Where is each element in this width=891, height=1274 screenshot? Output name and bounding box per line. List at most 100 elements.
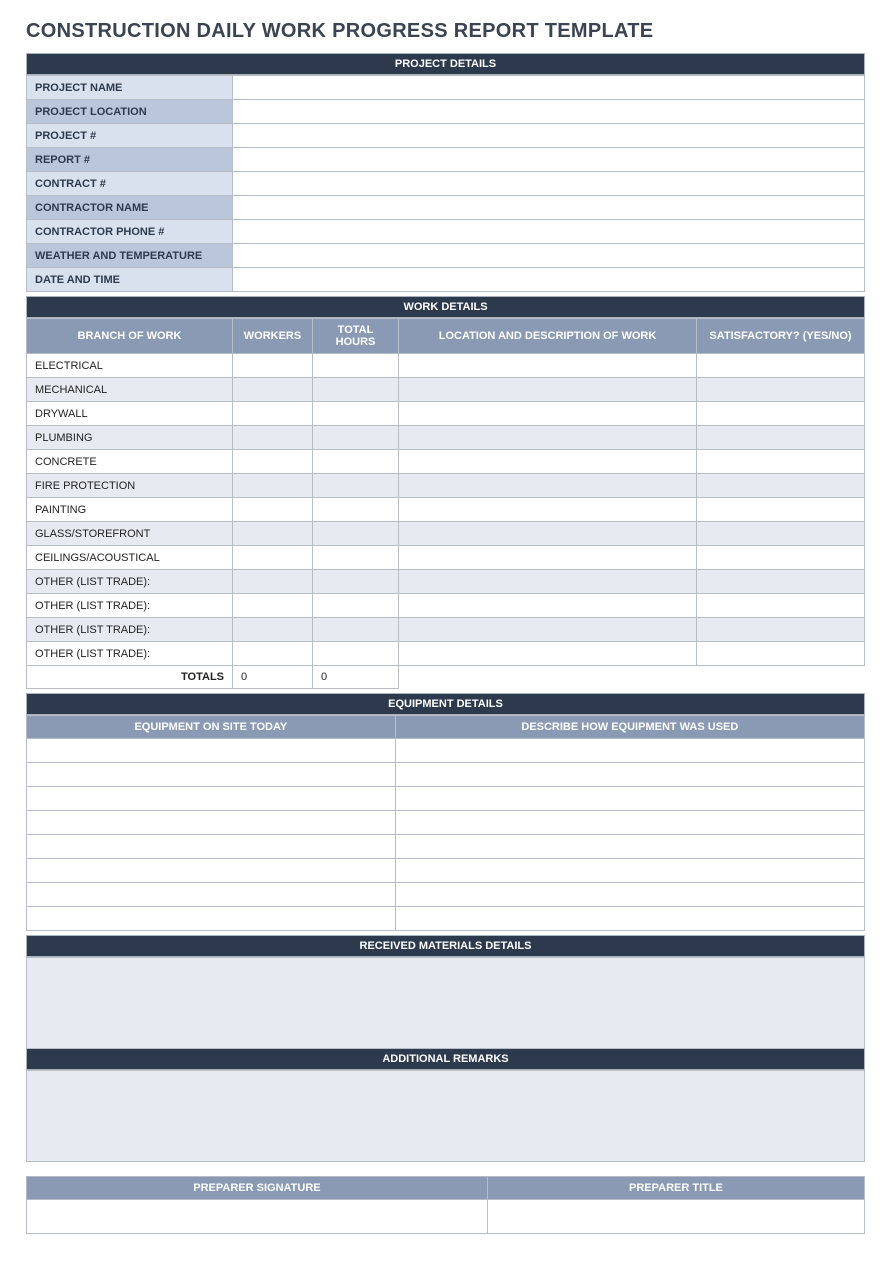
work-workers-field[interactable] [233, 474, 313, 498]
work-location-field[interactable] [399, 354, 697, 378]
work-workers-field[interactable] [233, 378, 313, 402]
work-satisfactory-field[interactable] [697, 426, 865, 450]
work-location-field[interactable] [399, 618, 697, 642]
work-workers-field[interactable] [233, 594, 313, 618]
work-satisfactory-field[interactable] [697, 378, 865, 402]
work-workers-field[interactable] [233, 426, 313, 450]
materials-input[interactable] [26, 957, 865, 1049]
work-hours-field[interactable] [313, 474, 399, 498]
work-row: CEILINGS/ACOUSTICAL [27, 546, 865, 570]
work-location-field[interactable] [399, 402, 697, 426]
work-workers-field[interactable] [233, 546, 313, 570]
project-value-field[interactable] [233, 100, 865, 124]
equipment-used-field[interactable] [395, 763, 864, 787]
equipment-used-field[interactable] [395, 859, 864, 883]
work-location-field[interactable] [399, 474, 697, 498]
totals-workers[interactable]: 0 [233, 666, 313, 689]
work-workers-field[interactable] [233, 402, 313, 426]
work-hours-field[interactable] [313, 354, 399, 378]
work-satisfactory-field[interactable] [697, 618, 865, 642]
project-value-field[interactable] [233, 148, 865, 172]
work-satisfactory-field[interactable] [697, 570, 865, 594]
work-satisfactory-field[interactable] [697, 450, 865, 474]
work-hours-field[interactable] [313, 594, 399, 618]
work-hours-field[interactable] [313, 450, 399, 474]
work-location-field[interactable] [399, 522, 697, 546]
work-satisfactory-field[interactable] [697, 546, 865, 570]
work-location-field[interactable] [399, 426, 697, 450]
work-satisfactory-field[interactable] [697, 522, 865, 546]
equipment-onsite-field[interactable] [27, 907, 396, 931]
work-branch: PLUMBING [27, 426, 233, 450]
work-hours-field[interactable] [313, 618, 399, 642]
project-details-table: PROJECT NAMEPROJECT LOCATIONPROJECT #REP… [26, 75, 865, 292]
project-label: CONTRACT # [27, 172, 233, 196]
work-hours-field[interactable] [313, 570, 399, 594]
project-value-field[interactable] [233, 268, 865, 292]
project-value-field[interactable] [233, 244, 865, 268]
project-label: DATE AND TIME [27, 268, 233, 292]
equipment-onsite-field[interactable] [27, 739, 396, 763]
equipment-onsite-field[interactable] [27, 787, 396, 811]
work-location-field[interactable] [399, 594, 697, 618]
work-workers-field[interactable] [233, 354, 313, 378]
work-totals-row: TOTALS 0 0 [27, 666, 865, 689]
project-value-field[interactable] [233, 76, 865, 100]
project-value-field[interactable] [233, 124, 865, 148]
project-value-field[interactable] [233, 172, 865, 196]
work-workers-field[interactable] [233, 642, 313, 666]
work-location-field[interactable] [399, 570, 697, 594]
work-location-field[interactable] [399, 498, 697, 522]
work-row: DRYWALL [27, 402, 865, 426]
work-hours-field[interactable] [313, 402, 399, 426]
work-hours-field[interactable] [313, 378, 399, 402]
work-row: GLASS/STOREFRONT [27, 522, 865, 546]
work-workers-field[interactable] [233, 618, 313, 642]
work-workers-field[interactable] [233, 522, 313, 546]
totals-blank [697, 666, 865, 689]
equipment-onsite-field[interactable] [27, 835, 396, 859]
preparer-signature-field[interactable] [27, 1200, 488, 1234]
work-satisfactory-field[interactable] [697, 474, 865, 498]
work-branch: OTHER (LIST TRADE): [27, 594, 233, 618]
work-hours-field[interactable] [313, 522, 399, 546]
work-row: PAINTING [27, 498, 865, 522]
work-hours-field[interactable] [313, 498, 399, 522]
equipment-onsite-field[interactable] [27, 883, 396, 907]
col-hours: TOTAL HOURS [313, 319, 399, 354]
work-satisfactory-field[interactable] [697, 498, 865, 522]
work-branch: FIRE PROTECTION [27, 474, 233, 498]
equipment-used-field[interactable] [395, 787, 864, 811]
equipment-used-field[interactable] [395, 811, 864, 835]
work-satisfactory-field[interactable] [697, 402, 865, 426]
work-location-field[interactable] [399, 546, 697, 570]
work-hours-field[interactable] [313, 426, 399, 450]
work-satisfactory-field[interactable] [697, 354, 865, 378]
work-satisfactory-field[interactable] [697, 642, 865, 666]
work-location-field[interactable] [399, 378, 697, 402]
work-row: OTHER (LIST TRADE): [27, 570, 865, 594]
work-satisfactory-field[interactable] [697, 594, 865, 618]
equipment-onsite-field[interactable] [27, 859, 396, 883]
project-value-field[interactable] [233, 220, 865, 244]
work-row: OTHER (LIST TRADE): [27, 642, 865, 666]
remarks-input[interactable] [26, 1070, 865, 1162]
work-workers-field[interactable] [233, 570, 313, 594]
equipment-onsite-field[interactable] [27, 763, 396, 787]
equipment-used-field[interactable] [395, 739, 864, 763]
equipment-used-field[interactable] [395, 835, 864, 859]
preparer-title-field[interactable] [487, 1200, 864, 1234]
work-location-field[interactable] [399, 642, 697, 666]
equipment-used-field[interactable] [395, 907, 864, 931]
equipment-used-field[interactable] [395, 883, 864, 907]
work-branch: OTHER (LIST TRADE): [27, 642, 233, 666]
work-location-field[interactable] [399, 450, 697, 474]
work-branch: OTHER (LIST TRADE): [27, 570, 233, 594]
work-workers-field[interactable] [233, 450, 313, 474]
totals-hours[interactable]: 0 [313, 666, 399, 689]
equipment-onsite-field[interactable] [27, 811, 396, 835]
work-workers-field[interactable] [233, 498, 313, 522]
project-value-field[interactable] [233, 196, 865, 220]
work-hours-field[interactable] [313, 642, 399, 666]
work-hours-field[interactable] [313, 546, 399, 570]
